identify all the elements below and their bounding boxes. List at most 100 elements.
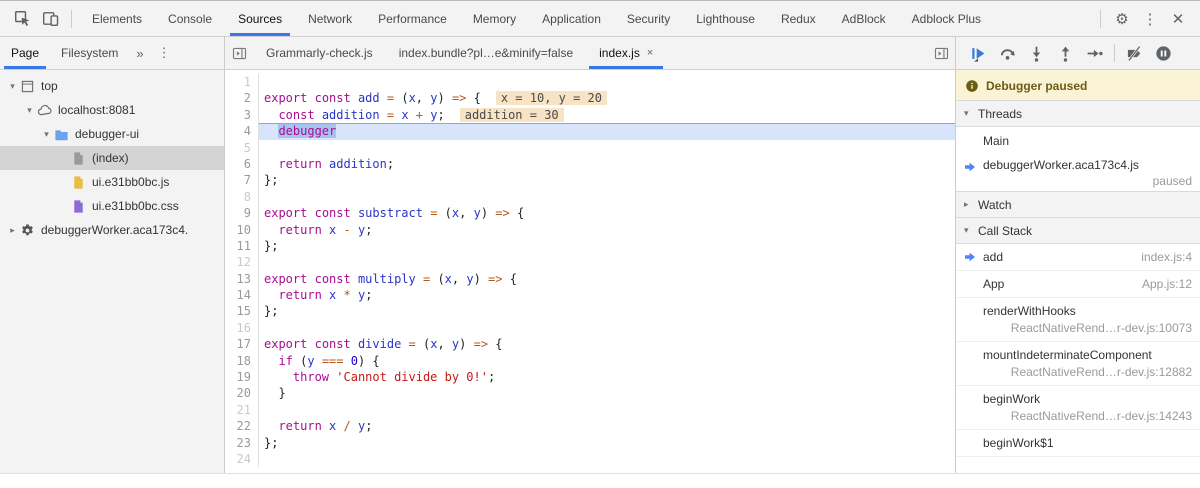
line-content[interactable]: export const substract = (x, y) => {: [259, 205, 955, 221]
line-number[interactable]: 17: [225, 336, 259, 353]
line-content[interactable]: }: [259, 385, 955, 401]
line-number[interactable]: 22: [225, 418, 259, 435]
tab-console[interactable]: Console: [155, 1, 225, 36]
show-debugger-pane-icon[interactable]: [927, 39, 955, 67]
step-into-button[interactable]: [1022, 39, 1051, 67]
line-content[interactable]: export const add = (x, y) => {x = 10, y …: [259, 90, 955, 106]
navigator-menu-icon[interactable]: ⋮: [151, 45, 178, 61]
step-over-button[interactable]: [993, 39, 1022, 67]
line-content[interactable]: [259, 402, 955, 418]
line-content[interactable]: return x * y;: [259, 287, 955, 303]
call-stack-frame-beginwork[interactable]: beginWork ReactNativeRend…r-dev.js:14243: [956, 386, 1200, 430]
pause-on-exceptions-button[interactable]: [1149, 39, 1178, 67]
thread-item-debuggerworker-aca173c4-js[interactable]: debuggerWorker.aca173c4.js paused: [956, 154, 1200, 192]
tree-expander-icon[interactable]: ▾: [23, 105, 36, 116]
line-content[interactable]: };: [259, 238, 955, 254]
tree-item-index[interactable]: (index): [0, 146, 224, 170]
line-content[interactable]: [259, 74, 955, 90]
tab-redux[interactable]: Redux: [768, 1, 829, 36]
source-editor[interactable]: 1 2 export const add = (x, y) => {x = 10, …: [225, 70, 955, 473]
line-number[interactable]: 21: [225, 401, 259, 419]
tab-adblock[interactable]: AdBlock: [829, 1, 899, 36]
line-content[interactable]: throw 'Cannot divide by 0!';: [259, 369, 955, 385]
line-number[interactable]: 12: [225, 254, 259, 271]
line-number[interactable]: 10: [225, 221, 259, 238]
tab-adblock-plus[interactable]: Adblock Plus: [899, 1, 994, 36]
line-number[interactable]: 4: [225, 123, 259, 140]
line-content[interactable]: export const multiply = (x, y) => {: [259, 271, 955, 287]
line-content[interactable]: [259, 451, 955, 467]
more-options-icon[interactable]: ⋮: [1136, 5, 1164, 33]
tree-item-ui-e31bb0bc-css[interactable]: ui.e31bb0bc.css: [0, 194, 224, 218]
line-content[interactable]: [259, 189, 955, 205]
tree-expander-collapsed-icon[interactable]: ▸: [6, 225, 19, 236]
line-number[interactable]: 8: [225, 188, 259, 206]
line-content[interactable]: return addition;: [259, 156, 955, 172]
navigator-tab-filesystem[interactable]: Filesystem: [50, 37, 129, 69]
line-number[interactable]: 3: [225, 106, 259, 124]
tab-security[interactable]: Security: [614, 1, 683, 36]
step-out-button[interactable]: [1051, 39, 1080, 67]
line-content[interactable]: if (y === 0) {: [259, 353, 955, 369]
line-content[interactable]: return x / y;: [259, 418, 955, 434]
line-number[interactable]: 9: [225, 205, 259, 222]
settings-gear-icon[interactable]: ⚙: [1108, 5, 1136, 33]
close-devtools-icon[interactable]: ✕: [1164, 5, 1192, 33]
call-stack-frame-renderwithhooks[interactable]: renderWithHooks ReactNativeRend…r-dev.js:…: [956, 298, 1200, 342]
thread-item-main[interactable]: Main: [956, 127, 1200, 154]
tree-expander-icon[interactable]: ▾: [40, 129, 53, 140]
watch-section-header[interactable]: ▸ Watch: [956, 191, 1200, 218]
line-number[interactable]: 16: [225, 319, 259, 337]
line-content[interactable]: const addition = x + y; addition = 30: [259, 107, 955, 123]
line-number[interactable]: 1: [225, 74, 259, 91]
line-number[interactable]: 11: [225, 237, 259, 255]
line-content[interactable]: debugger: [259, 123, 955, 140]
close-tab-icon[interactable]: ×: [647, 47, 653, 59]
tab-elements[interactable]: Elements: [79, 1, 155, 36]
threads-section-header[interactable]: ▾ Threads: [956, 100, 1200, 127]
call-stack-section-header[interactable]: ▾ Call Stack: [956, 217, 1200, 244]
line-content[interactable]: [259, 140, 955, 156]
line-number[interactable]: 19: [225, 369, 259, 386]
line-content[interactable]: [259, 254, 955, 270]
call-stack-frame-mountindeterminatecomponent[interactable]: mountIndeterminateComponent ReactNativeRe…: [956, 342, 1200, 386]
navigator-tab-page[interactable]: Page: [0, 37, 50, 69]
tree-item-ui-e31bb0bc-js[interactable]: ui.e31bb0bc.js: [0, 170, 224, 194]
step-button[interactable]: [1080, 39, 1109, 67]
line-number[interactable]: 14: [225, 287, 259, 304]
line-content[interactable]: [259, 320, 955, 336]
tree-item-top[interactable]: ▾ top: [0, 74, 224, 98]
tab-sources[interactable]: Sources: [225, 1, 295, 36]
tree-item-debugger-ui[interactable]: ▾ debugger-ui: [0, 122, 224, 146]
line-content[interactable]: };: [259, 303, 955, 319]
tab-application[interactable]: Application: [529, 1, 614, 36]
line-number[interactable]: 7: [225, 172, 259, 189]
call-stack-frame-add[interactable]: add index.js:4: [956, 244, 1200, 271]
line-number[interactable]: 18: [225, 352, 259, 370]
editor-tab-grammarly-check-js[interactable]: Grammarly-check.js: [253, 37, 386, 69]
deactivate-breakpoints-button[interactable]: [1120, 39, 1149, 67]
hide-navigator-icon[interactable]: [225, 39, 253, 67]
line-number[interactable]: 5: [225, 139, 259, 156]
tab-lighthouse[interactable]: Lighthouse: [683, 1, 768, 36]
editor-tab-index-js[interactable]: index.js ×: [586, 37, 666, 69]
line-number[interactable]: 24: [225, 450, 259, 468]
line-content[interactable]: };: [259, 435, 955, 451]
line-number[interactable]: 2: [225, 90, 259, 107]
line-number[interactable]: 23: [225, 434, 259, 451]
line-content[interactable]: export const divide = (x, y) => {: [259, 336, 955, 352]
inspect-element-icon[interactable]: [8, 5, 36, 33]
tree-item-debuggerworker-aca173c4[interactable]: ▸ debuggerWorker.aca173c4.: [0, 218, 224, 242]
line-number[interactable]: 20: [225, 385, 259, 402]
tab-memory[interactable]: Memory: [460, 1, 529, 36]
line-number[interactable]: 15: [225, 303, 259, 320]
tree-expander-icon[interactable]: ▾: [6, 81, 19, 92]
call-stack-frame-beginwork-1[interactable]: beginWork$1: [956, 430, 1200, 457]
line-number[interactable]: 13: [225, 270, 259, 288]
call-stack-frame-app[interactable]: App App.js:12: [956, 271, 1200, 298]
line-content[interactable]: };: [259, 172, 955, 188]
tab-performance[interactable]: Performance: [365, 1, 460, 36]
tab-network[interactable]: Network: [295, 1, 365, 36]
editor-tab-index-bundle-pl-e-minify-false[interactable]: index.bundle?pl…e&minify=false: [386, 37, 586, 69]
more-tabs-chevron-icon[interactable]: »: [129, 46, 150, 61]
